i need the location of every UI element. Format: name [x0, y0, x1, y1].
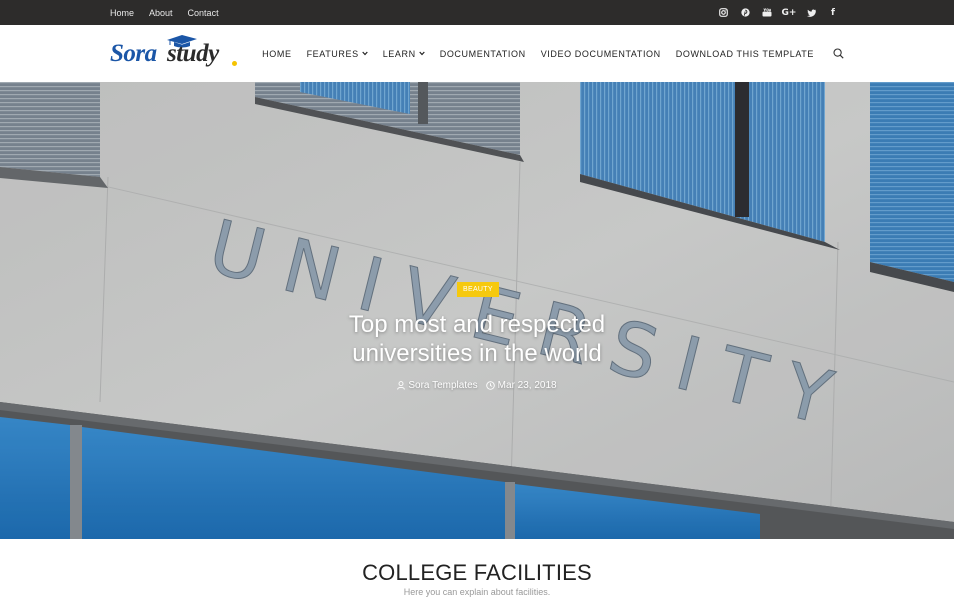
- chevron-down-icon: [418, 51, 425, 56]
- hero-content: BEAUTY Top most and respected universiti…: [0, 82, 954, 539]
- top-nav-contact-link[interactable]: Contact: [188, 8, 219, 18]
- nav-item-features[interactable]: FEATURES: [307, 49, 368, 59]
- logo-dot: [232, 61, 237, 66]
- nav-item-documentation[interactable]: DOCUMENTATION: [440, 49, 526, 59]
- post-meta: Sora Templates Mar 23, 2018: [0, 380, 954, 391]
- top-nav-home-link[interactable]: Home: [110, 8, 134, 18]
- nav-item-video-documentation[interactable]: VIDEO DOCUMENTATION: [541, 49, 661, 59]
- post-date: Mar 23, 2018: [485, 380, 557, 391]
- chevron-down-icon: [361, 51, 368, 56]
- facebook-icon[interactable]: f: [822, 0, 844, 25]
- social-links: G+ f: [712, 0, 844, 25]
- nav-item-download-template[interactable]: DOWNLOAD THIS TEMPLATE: [676, 49, 814, 59]
- section-subtitle: Here you can explain about facilities.: [403, 587, 551, 597]
- nav-item-learn[interactable]: LEARN: [383, 49, 425, 59]
- hero-title[interactable]: Top most and respected universities in t…: [0, 310, 954, 368]
- logo-text-study: study: [167, 40, 219, 67]
- search-icon[interactable]: [832, 48, 844, 60]
- top-nav: Home About Contact: [110, 0, 234, 25]
- facilities-section: COLLEGE FACILITIES Here you can explain …: [0, 539, 954, 600]
- clock-icon: [485, 381, 495, 390]
- logo-text-sora: Sora: [110, 40, 157, 67]
- site-logo[interactable]: Sora study: [110, 34, 240, 74]
- category-badge[interactable]: BEAUTY: [457, 282, 499, 297]
- user-icon: [397, 381, 406, 390]
- section-title: COLLEGE FACILITIES: [362, 560, 592, 585]
- site-header: Sora study HOME FEATURES LEARN DOCUMENTA…: [0, 25, 954, 82]
- instagram-icon[interactable]: [712, 0, 734, 25]
- youtube-icon[interactable]: [756, 0, 778, 25]
- nav-item-home[interactable]: HOME: [262, 49, 291, 59]
- main-nav: HOME FEATURES LEARN DOCUMENTATION VIDEO …: [247, 25, 844, 82]
- post-author[interactable]: Sora Templates: [397, 380, 478, 391]
- google-plus-icon[interactable]: G+: [778, 0, 800, 25]
- twitter-icon[interactable]: [800, 0, 822, 25]
- top-bar: Home About Contact G+ f: [0, 0, 954, 25]
- top-nav-about-link[interactable]: About: [149, 8, 173, 18]
- pinterest-icon[interactable]: [734, 0, 756, 25]
- hero-banner: UNIVERSITY BEAUTY Top most and respected…: [0, 82, 954, 539]
